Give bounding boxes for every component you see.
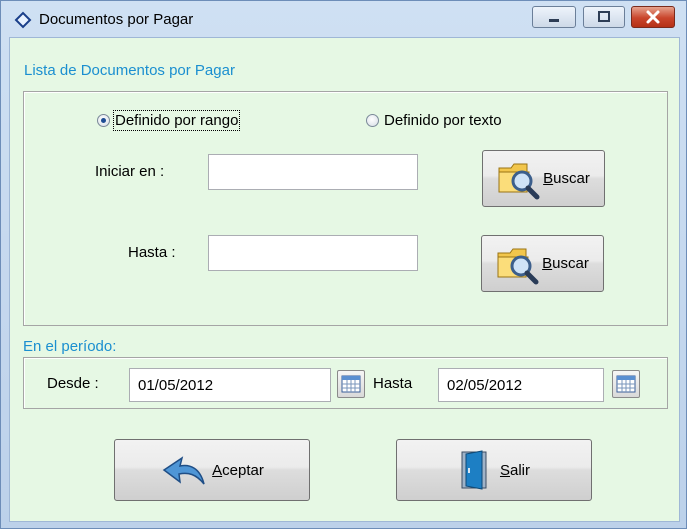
maximize-icon xyxy=(598,11,610,22)
period-section-heading: En el período: xyxy=(23,338,117,355)
curved-arrow-icon xyxy=(162,456,205,485)
folder-magnifier-icon xyxy=(498,163,540,199)
start-label: Iniciar en : xyxy=(95,163,165,180)
search-end-button[interactable]: Buscar xyxy=(481,235,604,292)
list-section-heading: Lista de Documentos por Pagar xyxy=(24,62,235,79)
close-button[interactable] xyxy=(631,6,675,28)
to-label: Hasta xyxy=(373,375,413,392)
list-groupbox: Definido por rango Definido por texto In… xyxy=(23,91,668,326)
radio-text-label: Definido por texto xyxy=(384,112,502,129)
exit-label: Salir xyxy=(499,461,531,479)
end-label: Hasta : xyxy=(128,244,176,261)
calendar-icon xyxy=(616,375,636,393)
radio-range-label: Definido por rango xyxy=(112,110,241,131)
folder-magnifier-icon xyxy=(497,248,539,284)
radio-checked-indicator xyxy=(97,114,110,127)
from-date-input[interactable] xyxy=(129,368,331,402)
close-icon xyxy=(646,10,660,24)
search-start-button[interactable]: Buscar xyxy=(482,150,605,207)
accept-label: Aceptar xyxy=(212,461,264,479)
period-groupbox: Desde : Hasta xyxy=(23,357,668,409)
dialog-body: Lista de Documentos por Pagar Definido p… xyxy=(9,37,680,522)
search-start-label: Buscar xyxy=(543,170,590,187)
window: Documentos por Pagar Lista de Documentos… xyxy=(0,0,687,529)
minimize-button[interactable] xyxy=(532,6,576,28)
title-bar[interactable]: Documentos por Pagar xyxy=(1,1,686,37)
minimize-icon xyxy=(549,19,559,22)
accept-button[interactable]: Aceptar xyxy=(114,439,310,501)
to-date-input[interactable] xyxy=(438,368,604,402)
diamond-app-icon xyxy=(14,11,32,29)
calendar-icon xyxy=(341,375,361,393)
search-end-label: Buscar xyxy=(542,255,589,272)
door-exit-icon xyxy=(461,450,487,490)
radio-unchecked-indicator xyxy=(366,114,379,127)
from-calendar-button[interactable] xyxy=(337,370,365,398)
start-input[interactable] xyxy=(208,154,418,190)
exit-button[interactable]: Salir xyxy=(396,439,592,501)
radio-defined-by-text[interactable]: Definido por texto xyxy=(366,112,502,129)
end-input[interactable] xyxy=(208,235,418,271)
maximize-button[interactable] xyxy=(583,6,625,28)
from-label: Desde : xyxy=(47,375,99,392)
radio-defined-by-range[interactable]: Definido por rango xyxy=(97,110,241,131)
window-title: Documentos por Pagar xyxy=(39,11,194,28)
to-calendar-button[interactable] xyxy=(612,370,640,398)
